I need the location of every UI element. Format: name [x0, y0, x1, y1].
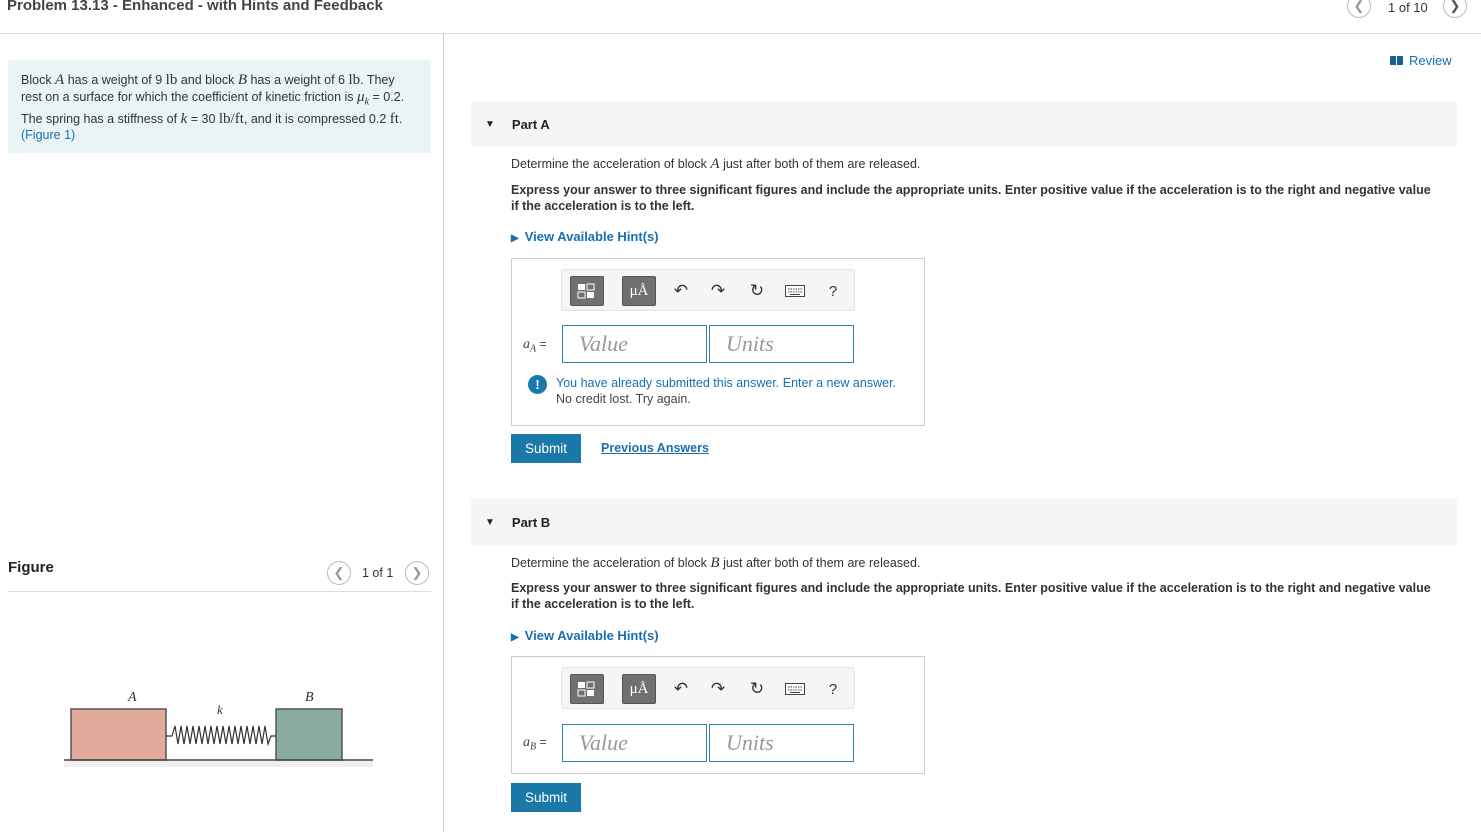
- alert-icon: !: [528, 375, 547, 394]
- prev-figure-button[interactable]: ❮: [327, 561, 351, 585]
- part-a-feedback-sub: No credit lost. Try again.: [556, 392, 691, 406]
- part-a-feedback-msg: You have already submitted this answer. …: [556, 376, 897, 390]
- part-b-title: Part B: [511, 514, 551, 530]
- prev-problem-button[interactable]: ❮: [1347, 0, 1371, 18]
- part-b-submit-button[interactable]: Submit: [511, 783, 581, 812]
- part-b-units-input[interactable]: [710, 725, 853, 761]
- math-toolbar: μÅ ↶ ↷ ↻ ?: [561, 269, 855, 311]
- header-divider: [0, 33, 1481, 34]
- chevron-right-icon: ❯: [1449, 0, 1461, 13]
- spring: [166, 725, 276, 747]
- part-a-units-input[interactable]: [710, 326, 853, 362]
- problem-title: Problem 13.13 - Enhanced - with Hints an…: [7, 0, 383, 14]
- undo-icon[interactable]: ↶: [669, 676, 693, 702]
- reset-icon[interactable]: ↻: [745, 278, 769, 304]
- figure-pager: 1 of 1: [362, 566, 394, 580]
- block-spring-figure: A B k: [64, 690, 373, 767]
- part-a-question: Determine the acceleration of block A ju…: [511, 156, 921, 172]
- keyboard-icon[interactable]: [783, 278, 807, 304]
- part-a-title: Part A: [511, 116, 550, 132]
- part-b-instructions: Express your answer to three significant…: [511, 581, 1431, 611]
- help-icon[interactable]: ?: [821, 278, 845, 304]
- part-b-value-field[interactable]: [562, 724, 707, 762]
- part-a-hint-toggle[interactable]: ▶ View Available Hint(s): [511, 229, 659, 244]
- part-b-question: Determine the acceleration of block B ju…: [511, 555, 921, 571]
- redo-icon[interactable]: ↷: [706, 278, 730, 304]
- caret-right-icon: ▶: [511, 233, 519, 244]
- part-b-units-field[interactable]: [709, 724, 854, 762]
- symbols-icon[interactable]: μÅ: [622, 276, 656, 306]
- chevron-left-icon: ❮: [333, 565, 345, 580]
- caret-right-icon: ▶: [511, 632, 519, 643]
- chevron-right-icon: ❯: [411, 565, 423, 580]
- part-b-header[interactable]: ▼ Part B: [471, 499, 1457, 545]
- math-toolbar: μÅ ↶ ↷ ↻ ?: [561, 667, 855, 709]
- symbols-icon[interactable]: μÅ: [622, 674, 656, 704]
- ground-shadow: [64, 761, 373, 767]
- part-a-value-input[interactable]: [563, 326, 706, 362]
- previous-answers-link[interactable]: Previous Answers: [601, 441, 709, 455]
- part-b-variable-label: aB =: [523, 735, 547, 753]
- part-a-submit-button[interactable]: Submit: [511, 434, 581, 463]
- part-b-answer-box: μÅ ↶ ↷ ↻ ? aB =: [511, 656, 925, 774]
- caret-down-icon: ▼: [485, 118, 495, 130]
- keyboard-icon[interactable]: [783, 676, 807, 702]
- part-b-hint-toggle[interactable]: ▶ View Available Hint(s): [511, 628, 659, 643]
- book-icon: [1390, 56, 1403, 65]
- templates-icon[interactable]: [570, 276, 604, 306]
- review-link[interactable]: Review: [1390, 53, 1452, 68]
- caret-down-icon: ▼: [485, 516, 495, 528]
- reset-icon[interactable]: ↻: [745, 676, 769, 702]
- part-b-value-input[interactable]: [563, 725, 706, 761]
- label-a: A: [127, 690, 137, 705]
- part-a-units-field[interactable]: [709, 325, 854, 363]
- templates-icon[interactable]: [570, 674, 604, 704]
- figure-divider: [8, 591, 431, 592]
- part-a-instructions: Express your answer to three significant…: [511, 183, 1431, 213]
- column-divider: [443, 34, 444, 832]
- next-figure-button[interactable]: ❯: [405, 561, 429, 585]
- part-a-variable-label: aA =: [523, 337, 547, 355]
- help-icon[interactable]: ?: [821, 676, 845, 702]
- label-k: k: [217, 702, 223, 717]
- part-a-value-field[interactable]: [562, 325, 707, 363]
- undo-icon[interactable]: ↶: [669, 278, 693, 304]
- figure-heading: Figure: [8, 559, 54, 576]
- block-b: [275, 708, 343, 761]
- label-b: B: [305, 690, 314, 705]
- next-problem-button[interactable]: ❯: [1443, 0, 1467, 18]
- redo-icon[interactable]: ↷: [706, 676, 730, 702]
- figure-link[interactable]: (Figure 1): [21, 128, 75, 142]
- block-a: [70, 708, 167, 761]
- problem-statement: Block A has a weight of 9 lb and block B…: [8, 60, 431, 153]
- part-a-answer-box: μÅ ↶ ↷ ↻ ? aA = ! You have already submi…: [511, 258, 925, 426]
- part-a-header[interactable]: ▼ Part A: [471, 101, 1457, 147]
- problem-pager: 1 of 10: [1388, 0, 1428, 15]
- chevron-left-icon: ❮: [1353, 0, 1365, 13]
